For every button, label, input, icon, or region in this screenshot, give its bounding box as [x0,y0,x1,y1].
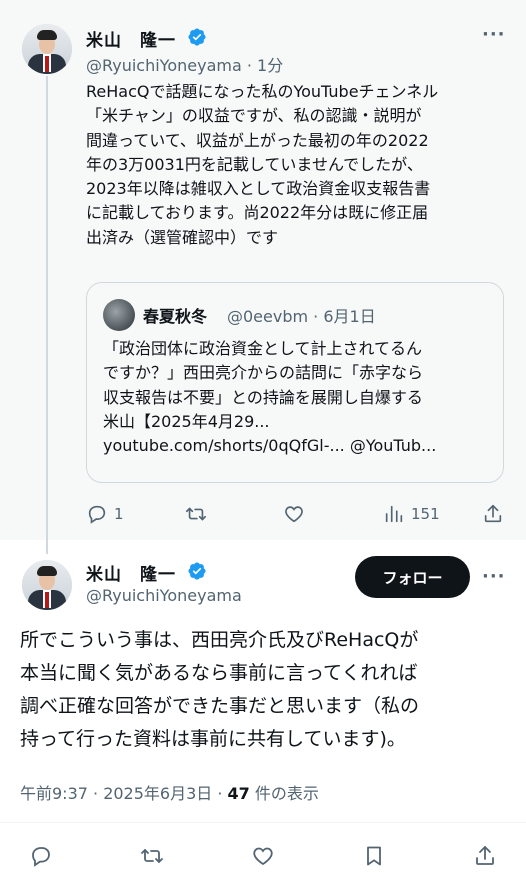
tweet-meta: 午前9:37 · 2025年6月3日 · 47 件の表示 [20,780,319,804]
share-icon [484,504,502,523]
main-author-handle[interactable]: @RyuichiYoneyama [86,586,242,605]
share-button[interactable] [482,503,504,525]
views-button[interactable]: 151 [383,503,440,525]
quote-card[interactable]: 春夏秋冬 @0eevbm · 6月1日 「政治団体に政治資金として計上されてるん… [86,282,504,483]
post-time[interactable]: · 1分 [247,56,283,75]
divider [0,822,526,823]
avatar[interactable] [22,24,72,74]
reply-button[interactable] [29,844,53,868]
verified-badge-icon [188,28,206,46]
more-icon[interactable]: ··· [482,566,506,587]
main-action-bar [0,836,526,876]
retweet-icon [186,507,206,521]
like-icon [285,506,303,523]
quote-handle: @0eevbm · 6月1日 [227,307,376,326]
more-icon[interactable]: ··· [482,24,506,45]
main-tweet-text: 所でこういう事は、西田亮介氏及びReHacQが 本当に聞く気があるなら事前に言っ… [20,629,420,750]
main-avatar[interactable] [22,560,72,610]
reply-text: ReHacQで話題になった私のYouTubeチェンネル 「米チャン」の収益ですが… [86,82,439,247]
author-name[interactable]: 米山 隆一 [86,26,176,51]
timestamp[interactable]: 午前9:37 · 2025年6月3日 · [20,784,228,803]
bookmark-button[interactable] [362,844,386,868]
reply-tweet[interactable]: 米山 隆一 @RyuichiYoneyama · 1分 ··· ReHacQで話… [0,0,526,554]
like-icon [253,847,273,866]
reply-action-bar: 1 151 [0,495,526,535]
quote-text: 「政治団体に政治資金として計上されてるん ですか？」西田亮介からの詰問に「赤字な… [103,339,437,456]
reply-icon [32,847,50,867]
follow-button[interactable]: フォロー [355,556,470,598]
retweet-button[interactable] [185,503,213,525]
retweet-button[interactable] [140,844,164,868]
main-author-name[interactable]: 米山 隆一 [86,560,176,585]
reply-icon [88,505,106,524]
like-button[interactable] [251,844,275,868]
bookmark-icon [367,846,381,866]
views-number: 47 [227,784,250,803]
verified-badge-icon [188,562,206,580]
quote-author-name: 春夏秋冬 [143,307,208,326]
share-icon [476,846,494,865]
thread-line [46,76,48,554]
author-handle[interactable]: @RyuichiYoneyama [86,56,242,75]
share-button[interactable] [473,844,497,868]
reply-button[interactable]: 1 [86,503,124,525]
views-suffix: 件の表示 [249,784,319,803]
views-icon [385,505,403,523]
retweet-icon [141,849,163,863]
like-button[interactable] [283,503,311,525]
quote-avatar [103,299,135,331]
